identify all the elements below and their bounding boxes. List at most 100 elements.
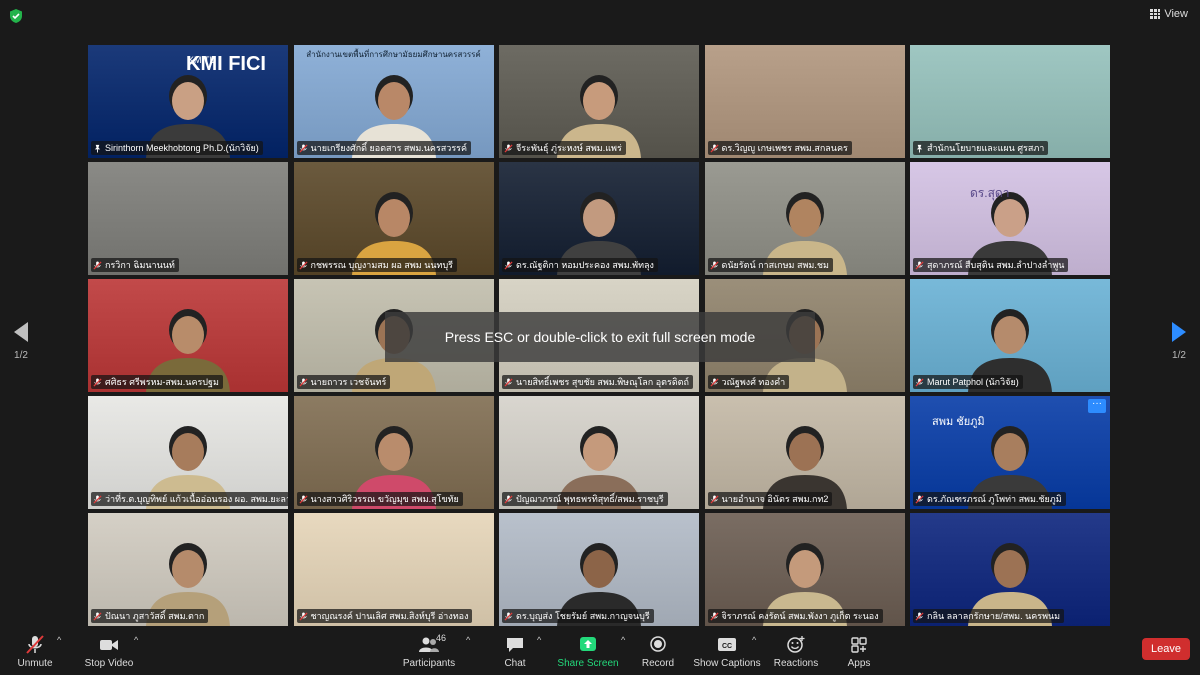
share-screen-label: Share Screen: [557, 658, 619, 669]
encryption-shield-icon[interactable]: [8, 8, 24, 24]
participant-name: สุดาภรณ์ สืบสุติน สพม.ลำปางลำพูน: [927, 260, 1065, 270]
participant-name: ปัณนา ภูสาวัสดิ์ สพม.ตาก: [105, 611, 205, 621]
participant-nameplate: สำนักนโยบายและแผน ศูรสภา: [913, 141, 1049, 155]
leave-button[interactable]: Leave: [1142, 638, 1190, 660]
participant-video-tile[interactable]: ดร.บุญส่ง โชยรัมย์ สพม.กาญจนบุรี: [499, 513, 699, 626]
participant-name: ปัญฌาภรณ์ พุทธพรทิสุทธิ์/สพม.ราชบุรี: [516, 494, 664, 504]
microphone-muted-icon: [709, 377, 719, 387]
fullscreen-toast: Press ESC or double-click to exit full s…: [385, 312, 815, 362]
participant-video-tile[interactable]: สำนักนโยบายและแผน ศูรสภา: [910, 45, 1110, 158]
microphone-muted-icon: [93, 377, 102, 387]
participant-name: จีระพันธุ์ ภู่ระหงษ์ สพม.แพร่: [516, 143, 622, 153]
participant-video-tile[interactable]: กรวิกา ฉิมนานนท์: [88, 162, 288, 275]
participant-video-tile[interactable]: ดนัยรัตน์ กาสเกษม สพม.ชม: [704, 162, 905, 275]
participant-nameplate: ดนัยรัตน์ กาสเกษม สพม.ชม: [707, 258, 833, 272]
participant-video-tile[interactable]: ดร.วิญญู เกษเพชร สพม.สกลนคร: [704, 45, 905, 158]
video-options-caret[interactable]: ^: [134, 635, 138, 645]
participant-video-tile[interactable]: Marut Patphol (นักวิจัย): [910, 279, 1110, 392]
participant-video-tile[interactable]: ศศิธร ศรีพรหม-สพม.นครปฐม: [88, 279, 288, 392]
participant-video-tile[interactable]: KMITL KMI FICI Sirinthorn Meekhobtong Ph.D…: [88, 45, 288, 158]
participant-video-tile[interactable]: ดร.ณัฐติกา หอมประคอง สพม.พัทลุง: [499, 162, 699, 275]
participant-name: Sirinthorn Meekhobtong Ph.D.(นักวิจัย): [105, 143, 259, 153]
participant-name: ดนัยรัตน์ กาสเกษม สพม.ชม: [721, 260, 829, 270]
apps-icon: [851, 637, 867, 653]
participant-video-tile[interactable]: กลิน ลลาลกรักษาย/สพม. นครพนม: [910, 513, 1110, 626]
previous-page-button[interactable]: 1/2: [9, 322, 33, 361]
microphone-muted-icon: [915, 260, 924, 270]
arrow-right-icon: [1172, 322, 1186, 342]
microphone-muted-icon: [709, 611, 719, 621]
participant-nameplate: กรวิกา ฉิมนานนท์: [91, 258, 179, 272]
participant-video-tile[interactable]: จิราภรณ์ คงรัตน์ สพม.พังงา ภูเก็ต ระนอง: [704, 513, 905, 626]
participant-name: กชพรรณ บุญงามสม ผอ สพม นนทบุรี: [310, 260, 454, 270]
participant-video-tile[interactable]: นางสาวศิริวรรณ ขวัญมุข สพม.สุโขทัย: [293, 396, 494, 509]
participant-name: นายเกรียงศักดิ์ ยอดสาร สพม.นครสวรรค์: [310, 143, 468, 153]
view-button[interactable]: View: [1150, 8, 1188, 20]
participant-name: ว่าที่ร.ต.บุญทิพย์ แก้วเนื้ออ่อนรอง ผอ. …: [105, 494, 288, 504]
participant-name: วณัฐพงศ์ ทองคำ: [721, 377, 786, 387]
next-page-button[interactable]: 1/2: [1167, 322, 1191, 361]
participant-name: นายถาวร เวชจันทร์: [310, 377, 387, 387]
participant-nameplate: ดร.วิญญู เกษเพชร สพม.สกลนคร: [707, 141, 852, 155]
arrow-left-icon: [14, 322, 28, 342]
apps-button[interactable]: Apps: [824, 635, 894, 669]
view-label: View: [1164, 8, 1188, 20]
participant-video-tile[interactable]: กชพรรณ บุญงามสม ผอ สพม นนทบุรี: [293, 162, 494, 275]
microphone-muted-icon: [504, 260, 513, 270]
participant-nameplate: Marut Patphol (นักวิจัย): [913, 375, 1023, 389]
participant-video-tile[interactable]: สพม ชัยภูมิ ··· ดร.ภัณฑรภรณ์ ภูโพท่า สพม.ช…: [910, 396, 1110, 509]
participant-nameplate: กลิน ลลาลกรักษาย/สพม. นครพนม: [913, 609, 1065, 623]
participant-video-tile[interactable]: นายอำนาจ อินัตร สพม.กท2: [704, 396, 905, 509]
participant-video-tile[interactable]: สำนักงานเขตพื้นที่การศึกษามัธยมศึกษานครส…: [293, 45, 494, 158]
participants-button[interactable]: 46 Participants: [394, 633, 464, 669]
tile-more-options-button[interactable]: ···: [1088, 399, 1106, 413]
captions-options-caret[interactable]: ^: [752, 635, 756, 645]
microphone-muted-icon: [298, 143, 308, 153]
participant-nameplate: จิราภรณ์ คงรัตน์ สพม.พังงา ภูเก็ต ระนอง: [707, 609, 883, 623]
participant-video-tile[interactable]: ชาญณรงค์ ปานเลิศ สพม.สิงห์บุรี อ่างทอง: [293, 513, 494, 626]
microphone-muted-icon: [298, 494, 308, 504]
microphone-muted-icon: [504, 494, 513, 504]
participant-nameplate: นายเกรียงศักดิ์ ยอดสาร สพม.นครสวรรค์: [296, 141, 472, 155]
participant-video-tile[interactable]: ดร.สุดาสุดาภรณ์ สืบสุติน สพม.ลำปางลำพูน: [910, 162, 1110, 275]
participant-nameplate: ดร.ณัฐติกา หอมประคอง สพม.พัทลุง: [502, 258, 658, 272]
participant-name: ดร.บุญส่ง โชยรัมย์ สพม.กาญจนบุรี: [516, 611, 650, 621]
participant-name: ชาญณรงค์ ปานเลิศ สพม.สิงห์บุรี อ่างทอง: [310, 611, 469, 621]
participant-nameplate: กชพรรณ บุญงามสม ผอ สพม นนทบุรี: [296, 258, 458, 272]
participant-nameplate: ปัณนา ภูสาวัสดิ์ สพม.ตาก: [91, 609, 209, 623]
participant-nameplate: นายสิทธิ์เพชร สุขชัย สพม.พิษณุโลก อุตรดิ…: [502, 375, 693, 389]
virtual-background-text: ดร.สุดา: [970, 186, 1010, 200]
participant-name: ดร.วิญญู เกษเพชร สพม.สกลนคร: [721, 143, 848, 153]
participant-nameplate: ศศิธร ศรีพรหม-สพม.นครปฐม: [91, 375, 223, 389]
participant-video-tile[interactable]: ว่าที่ร.ต.บุญทิพย์ แก้วเนื้ออ่อนรอง ผอ. …: [88, 396, 288, 509]
participant-name: ดร.ณัฐติกา หอมประคอง สพม.พัทลุง: [516, 260, 654, 270]
virtual-background-banner: สำนักงานเขตพื้นที่การศึกษามัธยมศึกษานครส…: [306, 50, 481, 59]
record-label: Record: [641, 658, 675, 669]
participant-nameplate: ดร.ภัณฑรภรณ์ ภูโพท่า สพม.ชัยภูมิ: [913, 492, 1066, 506]
microphone-muted-icon: [709, 494, 719, 504]
video-camera-icon: [100, 640, 118, 650]
audio-options-caret[interactable]: ^: [57, 635, 61, 645]
share-screen-button[interactable]: Share Screen: [553, 635, 623, 669]
participant-video-tile[interactable]: จีระพันธุ์ ภู่ระหงษ์ สพม.แพร่: [499, 45, 699, 158]
captions-icon: CC: [718, 638, 736, 651]
participants-options-caret[interactable]: ^: [466, 635, 470, 645]
microphone-muted-icon: [93, 611, 102, 621]
chat-options-caret[interactable]: ^: [537, 635, 541, 645]
meeting-toolbar: Unmute ^ Stop Video ^ 46 Participants ^ …: [0, 631, 1200, 675]
microphone-muted-icon: [915, 611, 924, 621]
grid-view-icon: [1150, 9, 1161, 19]
participant-nameplate: ว่าที่ร.ต.บุญทิพย์ แก้วเนื้ออ่อนรอง ผอ. …: [91, 492, 288, 506]
record-button[interactable]: Record: [623, 635, 693, 669]
microphone-muted-icon: [709, 260, 719, 270]
apps-label: Apps: [847, 658, 871, 669]
pin-icon: [916, 144, 923, 153]
reactions-button[interactable]: Reactions: [761, 635, 831, 669]
participant-name: Marut Patphol (นักวิจัย): [927, 377, 1019, 387]
participant-name: นายสิทธิ์เพชร สุขชัย สพม.พิษณุโลก อุตรดิ…: [516, 377, 689, 387]
participant-name: จิราภรณ์ คงรัตน์ สพม.พังงา ภูเก็ต ระนอง: [721, 611, 879, 621]
svg-text:CC: CC: [722, 643, 732, 650]
participant-video-tile[interactable]: ปัญฌาภรณ์ พุทธพรทิสุทธิ์/สพม.ราชบุรี: [499, 396, 699, 509]
participant-name: นายอำนาจ อินัตร สพม.กท2: [721, 494, 829, 504]
participant-video-tile[interactable]: ปัณนา ภูสาวัสดิ์ สพม.ตาก: [88, 513, 288, 626]
